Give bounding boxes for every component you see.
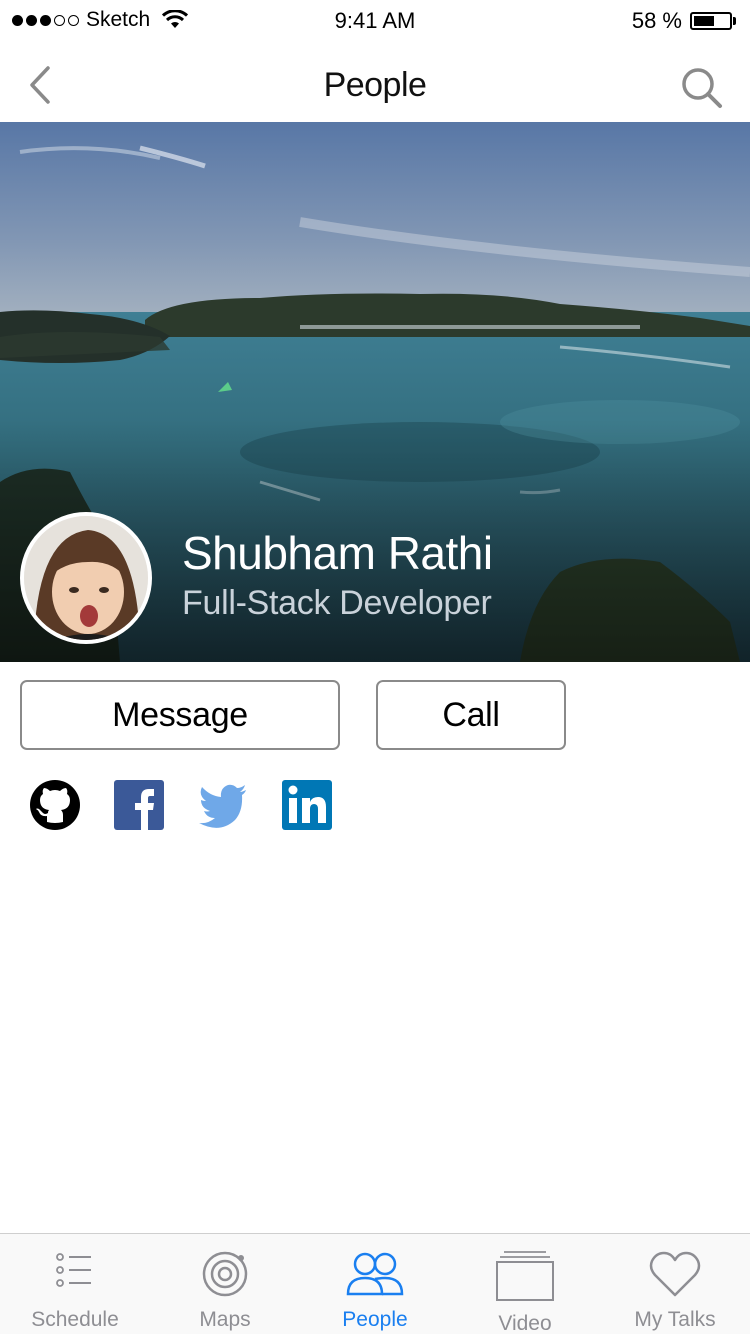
heart-icon bbox=[649, 1251, 701, 1297]
avatar[interactable] bbox=[20, 512, 152, 644]
tab-my-talks[interactable]: My Talks bbox=[600, 1234, 750, 1334]
person-role: Full-Stack Developer bbox=[182, 584, 492, 622]
target-icon bbox=[202, 1251, 248, 1297]
profile-header: Shubham Rathi Full-Stack Developer bbox=[0, 122, 750, 662]
battery-fill bbox=[694, 16, 714, 26]
video-stack-icon bbox=[496, 1251, 554, 1301]
call-button[interactable]: Call bbox=[376, 680, 566, 750]
tab-label: People bbox=[342, 1308, 408, 1331]
status-bar: Sketch 9:41 AM 58 % bbox=[0, 0, 750, 42]
people-icon bbox=[346, 1252, 404, 1296]
tab-bar: Schedule Maps People Video My Talks bbox=[0, 1233, 750, 1335]
facebook-icon[interactable] bbox=[114, 780, 164, 830]
tab-label: My Talks bbox=[634, 1308, 716, 1331]
linkedin-icon[interactable] bbox=[282, 780, 332, 830]
search-icon[interactable] bbox=[680, 66, 724, 110]
tab-label: Maps bbox=[199, 1308, 251, 1331]
battery-percent: 58 % bbox=[631, 8, 682, 33]
tab-label: Video bbox=[498, 1312, 552, 1335]
social-links bbox=[30, 780, 366, 830]
battery-icon bbox=[690, 12, 732, 30]
navigation-bar: People bbox=[0, 42, 750, 122]
tab-label: Schedule bbox=[31, 1308, 119, 1331]
battery-status: 58 % bbox=[632, 8, 736, 34]
tab-schedule[interactable]: Schedule bbox=[0, 1234, 150, 1334]
message-button[interactable]: Message bbox=[20, 680, 340, 750]
avatar-portrait bbox=[24, 516, 148, 640]
tab-people[interactable]: People bbox=[300, 1234, 450, 1334]
twitter-icon[interactable] bbox=[198, 780, 248, 830]
list-icon bbox=[56, 1253, 91, 1287]
battery-cap bbox=[733, 17, 736, 25]
github-icon[interactable] bbox=[30, 780, 80, 830]
person-name: Shubham Rathi bbox=[182, 527, 493, 579]
tab-video[interactable]: Video bbox=[450, 1234, 600, 1335]
tab-maps[interactable]: Maps bbox=[150, 1234, 300, 1334]
page-title: People bbox=[323, 66, 427, 104]
